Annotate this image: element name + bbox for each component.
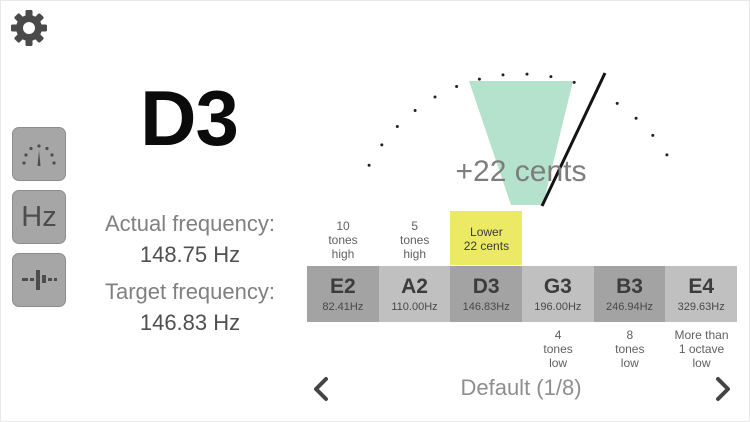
string-hint-e2: 10 tones high xyxy=(328,219,358,261)
string-hint-d3: Lower 22 cents xyxy=(450,211,523,265)
scale-dot xyxy=(615,101,619,105)
scale-dot xyxy=(501,73,505,77)
hz-mode-button[interactable]: Hz xyxy=(12,190,66,244)
target-frequency-label: Target frequency: xyxy=(105,279,275,304)
scale-dot xyxy=(572,80,576,84)
string-hint-b3: 8 tones low xyxy=(615,328,645,370)
string-note: E4 xyxy=(688,275,715,298)
cents-readout: +22 cents xyxy=(455,155,587,188)
string-selector: E2 82.41Hz A2 110.00Hz D3 146.83Hz G3 196.00Hz B… xyxy=(307,266,738,322)
scale-dot xyxy=(549,75,553,79)
scale-dot xyxy=(380,143,384,147)
string-frequency: 110.00Hz xyxy=(391,301,438,313)
string-hint-g3: 4 tones low xyxy=(543,328,573,370)
scale-dot xyxy=(395,125,399,128)
scale-dot xyxy=(455,85,459,88)
string-frequency: 196.00Hz xyxy=(534,301,582,313)
string-button-g3[interactable]: G3 196.00Hz xyxy=(522,266,594,322)
string-frequency: 246.94Hz xyxy=(605,301,654,313)
current-note: D3 xyxy=(140,74,239,162)
string-button-d3[interactable]: D3 146.83Hz xyxy=(450,266,523,322)
strobe-icon xyxy=(22,270,57,290)
chevron-right-icon[interactable] xyxy=(709,373,737,405)
string-frequency: 329.63Hz xyxy=(677,301,725,313)
actual-frequency-value: 148.75 Hz xyxy=(139,242,241,267)
scale-dot xyxy=(433,95,437,99)
tuner-screen: D3 Hz Actual frequency: 148.75 Hz Target… xyxy=(0,0,750,422)
string-note: A2 xyxy=(401,275,428,298)
scale-dot xyxy=(413,109,417,112)
target-frequency-value: 146.83 Hz xyxy=(139,310,241,335)
scale-dot xyxy=(651,133,655,137)
string-button-b3[interactable]: B3 246.94Hz xyxy=(593,266,666,322)
scale-dot xyxy=(665,153,669,157)
string-button-e2[interactable]: E2 82.41Hz xyxy=(307,266,379,322)
gear-icon[interactable] xyxy=(9,8,49,48)
hz-mode-label: Hz xyxy=(21,200,57,233)
scale-dot xyxy=(367,163,371,167)
preset-name[interactable]: Default (1/8) xyxy=(401,375,641,401)
string-note: B3 xyxy=(616,275,643,298)
string-button-a2[interactable]: A2 110.00Hz xyxy=(378,266,451,322)
chevron-left-icon[interactable] xyxy=(307,373,335,405)
scale-dot xyxy=(634,116,638,120)
gauge-icon xyxy=(22,144,56,166)
string-frequency: 146.83Hz xyxy=(462,301,510,313)
string-hint-e4: More than 1 octave low xyxy=(674,328,729,370)
string-hint-a2: 5 tones high xyxy=(400,219,430,261)
strobe-mode-button[interactable] xyxy=(12,253,66,307)
string-note: E2 xyxy=(329,275,356,298)
string-frequency: 82.41Hz xyxy=(322,301,364,313)
scale-dot xyxy=(525,72,529,76)
string-button-e4[interactable]: E4 329.63Hz xyxy=(665,266,738,322)
meter-mode-button[interactable] xyxy=(12,127,66,181)
actual-frequency-label: Actual frequency: xyxy=(105,211,275,236)
tuning-meter xyxy=(301,61,750,221)
string-note: D3 xyxy=(472,275,500,298)
string-note: G3 xyxy=(543,275,572,298)
scale-dot xyxy=(477,77,481,81)
